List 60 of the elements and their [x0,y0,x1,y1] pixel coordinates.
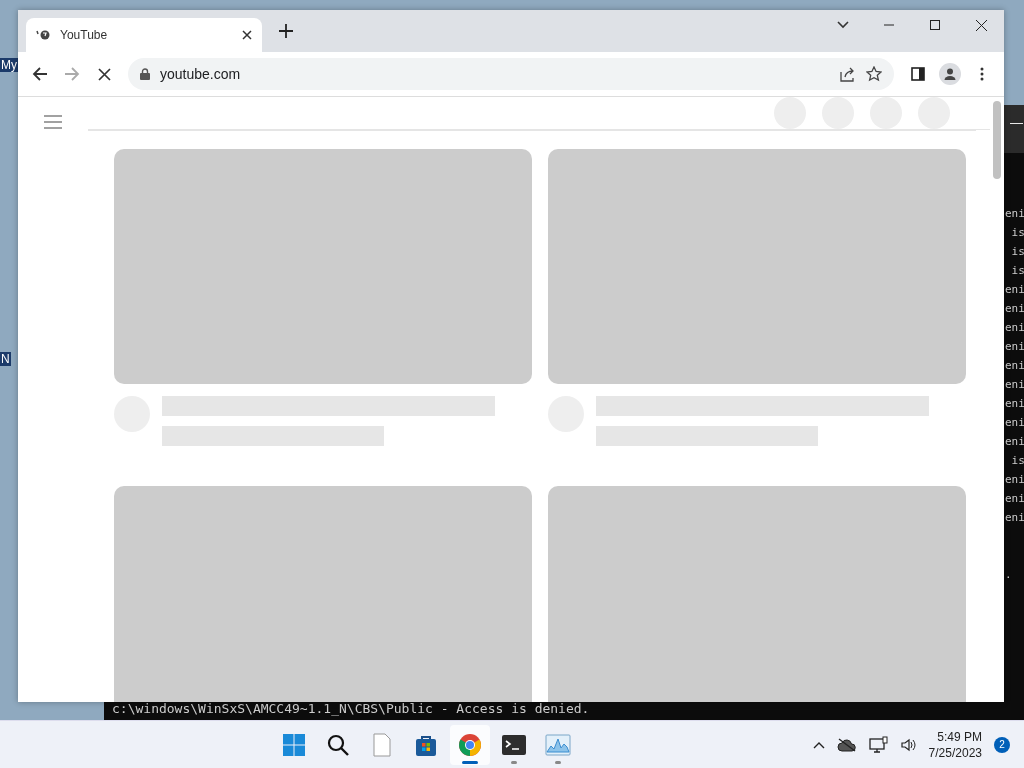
address-bar[interactable]: youtube.com [128,58,894,90]
terminal-icon [501,733,528,756]
terminal-output-fragment: eni [1005,358,1024,374]
browser-tab[interactable]: YouTube [26,18,262,52]
terminal-output-fragment: . [1005,567,1013,583]
terminal-output-line: c:\windows\WinSxS\AMCC49~1.1_N\CBS\Public - Access is denied. [112,700,591,718]
plus-icon [279,24,293,38]
notification-badge[interactable]: 2 [994,736,1010,753]
terminal-output-fragment: is [1010,453,1024,469]
terminal-output-fragment: eni [1005,396,1024,412]
terminal-output-fragment: eni [1005,206,1024,222]
hamburger-menu-icon[interactable] [44,115,62,129]
terminal-output-fragment: eni [1005,415,1024,431]
taskbar-app-button[interactable] [450,724,491,765]
terminal-output-fragment: eni [1005,377,1024,393]
minimize-button[interactable]: — [1010,115,1024,130]
more-vertical-icon [980,67,984,81]
cloud-off-icon[interactable] [836,737,857,752]
terminal-output-fragment: eni [1005,510,1024,526]
stop-icon [97,67,111,81]
close-icon [975,19,987,31]
terminal-output-fragment: eni [1005,491,1024,507]
windows-logo-icon [282,732,307,757]
terminal-output-fragment: eni [1005,434,1024,450]
terminal-output-fragment: eni [1005,282,1024,298]
terminal-output-fragment: is [1010,263,1024,279]
forward-arrow-icon [64,66,80,82]
maximize-icon [930,20,940,30]
back-arrow-icon [32,66,48,82]
browser-logo-icon [458,732,483,757]
time-text: 5:49 PM [937,728,982,745]
desktop-icon-label[interactable]: N [0,352,11,366]
profile-button[interactable] [936,60,964,88]
minimize-icon [884,24,894,26]
url-text: youtube.com [160,66,242,82]
star-icon[interactable] [866,66,882,82]
performance-graph-icon [545,733,572,756]
clock[interactable]: 5:49 PM 7/25/2023 [928,728,982,761]
share-icon[interactable] [840,66,856,82]
terminal-output-fragment: eni [1005,320,1024,336]
volume-icon[interactable] [900,737,917,752]
terminal-output-fragment: eni [1005,472,1024,488]
loading-globe-icon [36,28,50,42]
search-icon [326,732,351,757]
terminal-output-fragment: eni [1005,301,1024,317]
desktop-icon-label[interactable]: My [0,58,18,72]
terminal-output-fragment: is [1010,225,1024,241]
network-icon[interactable] [868,735,889,754]
tab-title: YouTube [60,28,109,42]
lock-icon [140,68,150,80]
terminal-output-fragment: is [1010,244,1024,260]
close-icon[interactable] [242,30,252,40]
document-icon [372,732,393,757]
chevron-up-icon[interactable] [812,740,825,749]
date-text: 7/25/2023 [928,744,982,761]
terminal-output-fragment: eni [1005,339,1024,355]
chevron-down-icon [837,21,849,29]
avatar-icon [939,63,961,85]
side-panel-icon [911,67,925,81]
scrollbar-thumb[interactable] [993,101,1001,179]
